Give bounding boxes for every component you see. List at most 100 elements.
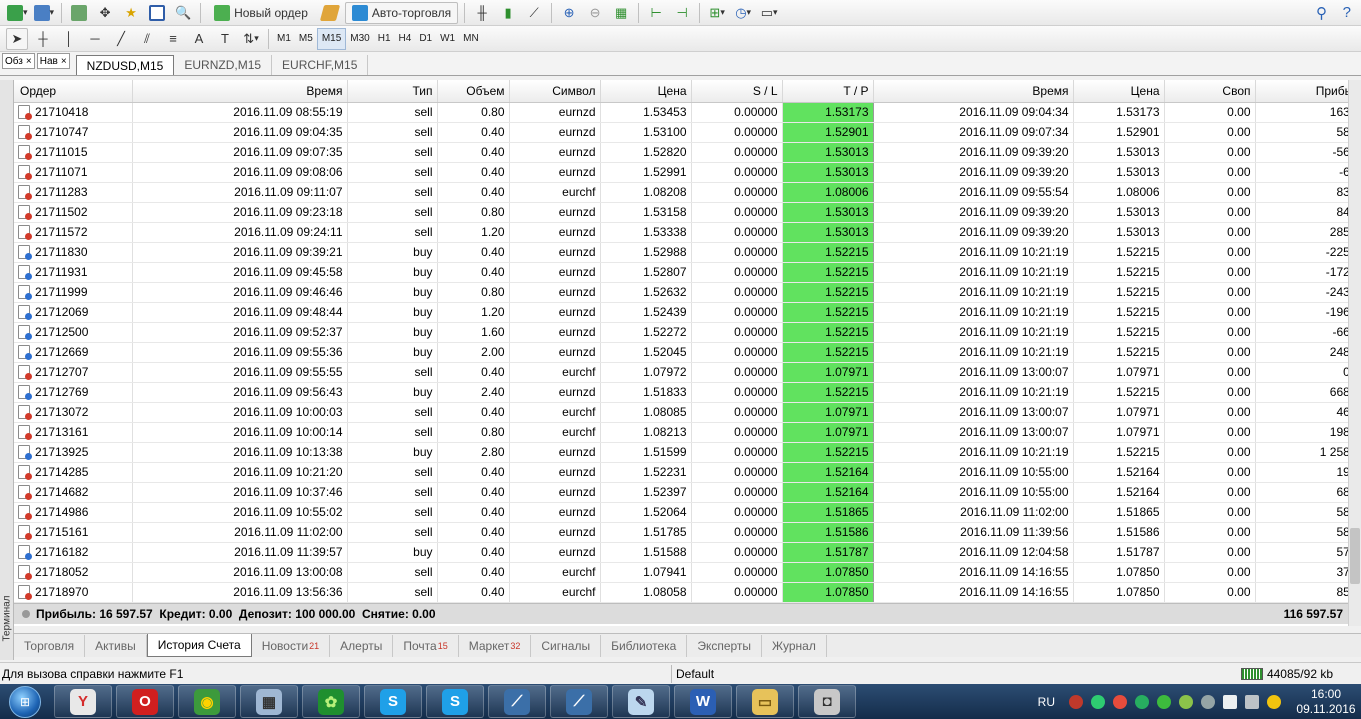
yandex-browser-taskbar-button[interactable]: Y — [54, 685, 112, 718]
table-row[interactable]: 21714682 2016.11.09 10:37:46 sell 0.40 eurnz… — [14, 482, 1361, 503]
table-row[interactable]: 21710418 2016.11.09 08:55:19 sell 0.80 eurnz… — [14, 102, 1361, 123]
column-header[interactable]: S / L — [691, 80, 783, 103]
profile-name[interactable]: Default — [676, 667, 714, 681]
chart-shift-button[interactable]: ⊣ — [671, 2, 693, 24]
table-row[interactable]: 21711830 2016.11.09 09:39:21 buy 0.40 eurnzd… — [14, 242, 1361, 263]
new-chart-button[interactable]: ▾ — [6, 2, 29, 24]
metaeditor-button[interactable] — [319, 2, 341, 24]
timeframe-m15-button[interactable]: M15 — [316, 27, 347, 50]
terminal-tab[interactable]: Почта 15 — [393, 634, 459, 657]
close-icon[interactable]: × — [61, 56, 67, 67]
column-header[interactable]: T / P — [782, 80, 874, 103]
terminal-tab[interactable]: Журнал — [762, 634, 827, 657]
metatrader-taskbar-button[interactable]: ⟋ — [488, 685, 546, 718]
zoom-out-button[interactable]: ⊖ — [584, 2, 606, 24]
terminal-tab[interactable]: Библиотека — [601, 634, 688, 657]
tray-app-icon[interactable] — [1091, 694, 1105, 709]
camera-taskbar-button[interactable]: ◘ — [798, 685, 856, 718]
equidistant-channel-button[interactable]: ⫽ — [136, 28, 158, 50]
tray-app-icon[interactable] — [1135, 694, 1149, 709]
table-row[interactable]: 21711999 2016.11.09 09:46:46 buy 0.80 eurnzd… — [14, 282, 1361, 303]
candlestick-button[interactable]: ▮ — [497, 2, 519, 24]
table-row[interactable]: 21712669 2016.11.09 09:55:36 buy 2.00 eurnzd… — [14, 342, 1361, 363]
column-header[interactable]: Цена — [1073, 80, 1165, 103]
timeframe-mn-button[interactable]: MN — [459, 28, 483, 50]
skype-taskbar-button[interactable]: S — [426, 685, 484, 718]
line-chart-button[interactable]: ⟋ — [523, 2, 545, 24]
templates-button[interactable]: ▭ ▾ — [758, 2, 780, 24]
terminal-tab[interactable]: История Счета — [146, 634, 252, 657]
timeframe-m5-button[interactable]: M5 — [295, 28, 317, 50]
column-header[interactable]: Время — [873, 80, 1074, 103]
timeframe-h4-button[interactable]: H4 — [395, 28, 416, 50]
column-header[interactable]: Своп — [1164, 80, 1256, 103]
timeframe-w1-button[interactable]: W1 — [436, 28, 459, 50]
tray-app-icon[interactable] — [1157, 694, 1171, 709]
market-watch-button[interactable] — [68, 2, 90, 24]
chart-tab[interactable]: EURCHF,M15 — [272, 55, 369, 75]
table-row[interactable]: 21710747 2016.11.09 09:04:35 sell 0.40 eurnz… — [14, 122, 1361, 143]
close-icon[interactable]: × — [26, 56, 32, 67]
notepad-taskbar-button[interactable]: ✎ — [612, 685, 670, 718]
column-header[interactable]: Ордер — [14, 80, 133, 103]
table-row[interactable]: 21718970 2016.11.09 13:56:36 sell 0.40 eurch… — [14, 582, 1361, 603]
table-row[interactable]: 21712069 2016.11.09 09:48:44 buy 1.20 eurnzd… — [14, 302, 1361, 323]
strategy-tester-button[interactable]: 🔍 — [172, 2, 194, 24]
table-row[interactable]: 21718052 2016.11.09 13:00:08 sell 0.40 eurch… — [14, 562, 1361, 583]
timeframe-h1-button[interactable]: H1 — [374, 28, 395, 50]
tray-app-icon[interactable] — [1267, 694, 1281, 709]
tile-windows-button[interactable]: ▦ — [610, 2, 632, 24]
column-header[interactable]: Символ — [509, 80, 601, 103]
start-button[interactable]: ⊞ — [0, 684, 50, 719]
table-row[interactable]: 21711572 2016.11.09 09:24:11 sell 1.20 eurnz… — [14, 222, 1361, 243]
help-icon[interactable]: ? — [1343, 4, 1351, 21]
auto-scroll-button[interactable]: ⊢ — [645, 2, 667, 24]
volume-icon[interactable] — [1245, 694, 1259, 709]
table-row[interactable]: 21712707 2016.11.09 09:55:55 sell 0.40 eurch… — [14, 362, 1361, 383]
tray-app-icon[interactable] — [1179, 694, 1193, 709]
column-header[interactable]: Объем — [437, 80, 510, 103]
text-label-button[interactable]: T — [214, 28, 236, 50]
column-header[interactable]: Прибыль — [1255, 80, 1361, 103]
vertical-scrollbar[interactable] — [1348, 80, 1361, 626]
timeframe-m30-button[interactable]: M30 — [346, 28, 373, 50]
table-row[interactable]: 21714986 2016.11.09 10:55:02 sell 0.40 eurnz… — [14, 502, 1361, 523]
calculator-taskbar-button[interactable]: ▦ — [240, 685, 298, 718]
arrows-button[interactable]: ⇅ ▾ — [240, 28, 262, 50]
table-row[interactable]: 21712769 2016.11.09 09:56:43 buy 2.40 eurnzd… — [14, 382, 1361, 403]
table-row[interactable]: 21713072 2016.11.09 10:00:03 sell 0.40 eurch… — [14, 402, 1361, 423]
connection-status[interactable]: 44085/92 kb — [1240, 667, 1333, 681]
opera-taskbar-button[interactable]: O — [116, 685, 174, 718]
chart-tab[interactable]: NZDUSD,M15 — [75, 55, 175, 75]
metatrader-taskbar-button[interactable]: ⟋ — [550, 685, 608, 718]
column-header[interactable]: Тип — [347, 80, 438, 103]
table-row[interactable]: 21711283 2016.11.09 09:11:07 sell 0.40 eurch… — [14, 182, 1361, 203]
navigator-button[interactable]: ★ — [120, 2, 142, 24]
table-row[interactable]: 21711931 2016.11.09 09:45:58 buy 0.40 eurnzd… — [14, 262, 1361, 283]
fibonacci-button[interactable]: ≡ — [162, 28, 184, 50]
table-row[interactable]: 21711015 2016.11.09 09:07:35 sell 0.40 eurnz… — [14, 142, 1361, 163]
timeframe-m1-button[interactable]: M1 — [273, 28, 295, 50]
chrome-taskbar-button[interactable]: ◉ — [178, 685, 236, 718]
tray-app-icon[interactable] — [1201, 694, 1215, 709]
terminal-tab[interactable]: Алерты — [330, 634, 394, 657]
table-row[interactable]: 21711502 2016.11.09 09:23:18 sell 0.80 eurnz… — [14, 202, 1361, 223]
bar-chart-button[interactable]: ╫ — [471, 2, 493, 24]
table-row[interactable]: 21715161 2016.11.09 11:02:00 sell 0.40 eurnz… — [14, 522, 1361, 543]
auto-trading-button[interactable]: Авто-торговля — [344, 1, 459, 24]
market-overview-panel[interactable]: Обз × — [2, 53, 35, 69]
search-icon[interactable]: ⚲ — [1316, 4, 1327, 22]
terminal-tab[interactable]: Торговля — [14, 634, 86, 657]
column-header[interactable]: Время — [132, 80, 348, 103]
icq-taskbar-button[interactable]: ✿ — [302, 685, 360, 718]
table-row[interactable]: 21714285 2016.11.09 10:21:20 sell 0.40 eurnz… — [14, 462, 1361, 483]
trendline-button[interactable]: ╱ — [110, 28, 132, 50]
table-row[interactable]: 21713161 2016.11.09 10:00:14 sell 0.80 eurch… — [14, 422, 1361, 443]
table-row[interactable]: 21716182 2016.11.09 11:39:57 buy 0.40 eurnzd… — [14, 542, 1361, 563]
zoom-in-button[interactable]: ⊕ — [558, 2, 580, 24]
explorer-taskbar-button[interactable]: ▭ — [736, 685, 794, 718]
tray-app-icon[interactable] — [1113, 694, 1127, 709]
new-order-button[interactable]: Новый ордер — [207, 2, 315, 24]
data-window-button[interactable]: ✥ — [94, 2, 116, 24]
navigator-panel[interactable]: Нав × — [36, 53, 70, 69]
